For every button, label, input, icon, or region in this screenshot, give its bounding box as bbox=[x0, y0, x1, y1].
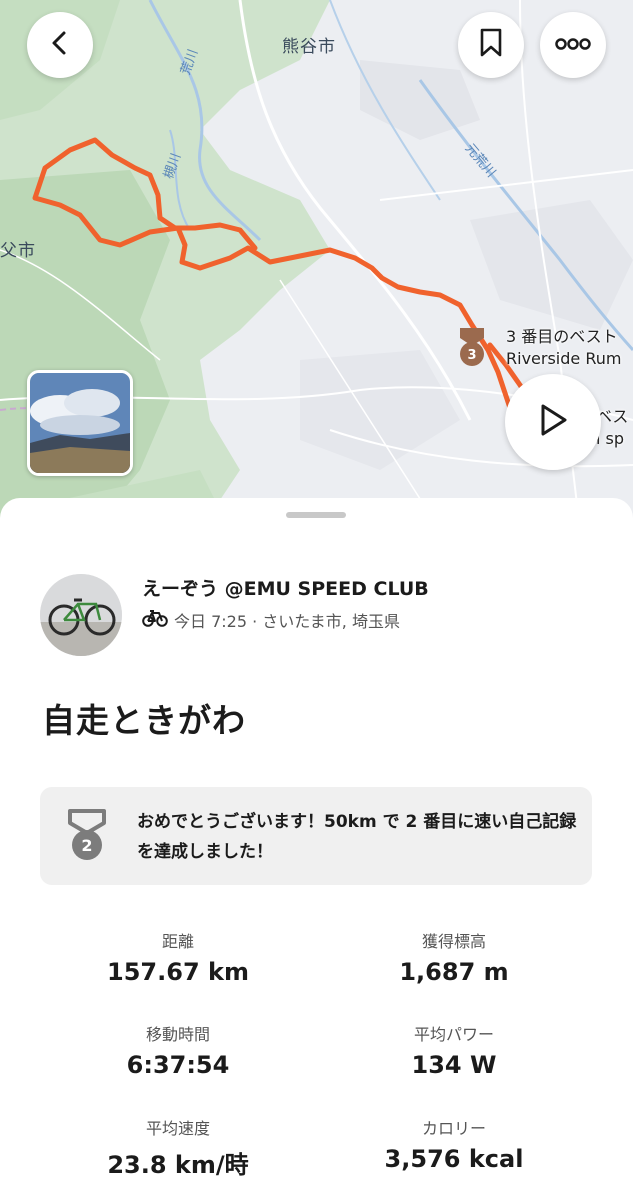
map-city-label: 熊谷市 bbox=[282, 37, 336, 57]
stat-value: 23.8 km/時 bbox=[107, 1151, 249, 1179]
medal-icon: 2 bbox=[62, 809, 112, 867]
avatar[interactable] bbox=[40, 574, 122, 656]
activity-time-location: 今日 7:25 · さいたま市, 埼玉県 bbox=[174, 612, 400, 631]
segment-medal-number: 3 bbox=[467, 348, 476, 363]
stat-label: 移動時間 bbox=[145, 1025, 210, 1044]
segment-medal-icon[interactable]: 3 bbox=[454, 326, 490, 368]
segment-label[interactable]: 3 番目のベスト Riverside Rum bbox=[506, 326, 621, 370]
medal-rank: 2 bbox=[81, 836, 92, 855]
achievement-banner[interactable]: 2 おめでとうございます！50km で 2 番目に速い自己記録を達成しました！ bbox=[40, 787, 592, 885]
activity-photo-thumbnail[interactable] bbox=[27, 370, 133, 476]
segment-label-line2: Riverside Rum bbox=[506, 349, 622, 368]
stat-value: 6:37:54 bbox=[126, 1051, 230, 1079]
stat-moving-time: 移動時間 6:37:54 bbox=[38, 1021, 318, 1079]
segment-label-line1: 3 番目のベスト bbox=[506, 327, 618, 346]
sheet-drag-handle[interactable] bbox=[286, 512, 346, 518]
stat-label: 獲得標高 bbox=[421, 932, 486, 951]
bookmark-button[interactable] bbox=[458, 12, 524, 78]
stat-value: 1,687 m bbox=[399, 958, 509, 986]
bicycle-icon bbox=[142, 609, 168, 631]
stat-calories: カロリー 3,576 kcal bbox=[314, 1115, 594, 1173]
stat-value: 134 W bbox=[411, 1051, 497, 1079]
map-city-label-2: 父市 bbox=[0, 241, 36, 261]
segment-label-2[interactable]: ベス i sp bbox=[596, 406, 628, 450]
activity-meta: 今日 7:25 · さいたま市, 埼玉県 bbox=[142, 608, 400, 632]
stat-value: 3,576 kcal bbox=[384, 1145, 524, 1173]
bookmark-icon bbox=[478, 28, 504, 62]
stat-average-power: 平均パワー 134 W bbox=[314, 1021, 594, 1079]
back-button[interactable] bbox=[27, 12, 93, 78]
stat-value: 157.67 km bbox=[107, 958, 249, 986]
route-map[interactable]: 熊谷市 父市 荒川 槻川 元荒川 3 3 番目のベスト Riverside Ru… bbox=[0, 0, 633, 530]
activity-detail-sheet: えーぞう @EMU SPEED CLUB 今日 7:25 · さいたま市, 埼玉… bbox=[0, 498, 633, 1200]
stat-label: カロリー bbox=[421, 1119, 486, 1138]
play-flyby-button[interactable] bbox=[505, 374, 601, 470]
achievement-text: おめでとうございます！50km で 2 番目に速い自己記録を達成しました！ bbox=[137, 812, 577, 862]
stat-label: 平均パワー bbox=[413, 1025, 494, 1044]
activity-title: 自走ときがわ bbox=[42, 701, 246, 740]
stat-elevation-gain: 獲得標高 1,687 m bbox=[314, 928, 594, 986]
more-dots-icon bbox=[555, 36, 591, 55]
more-options-button[interactable] bbox=[540, 12, 606, 78]
chevron-left-icon bbox=[47, 30, 73, 60]
athlete-name[interactable]: えーぞう @EMU SPEED CLUB bbox=[142, 574, 429, 601]
stat-label: 距離 bbox=[161, 932, 194, 951]
stat-distance: 距離 157.67 km bbox=[38, 928, 318, 986]
stat-label: 平均速度 bbox=[145, 1119, 210, 1138]
play-icon bbox=[538, 403, 568, 441]
segment-label-2-line2: i sp bbox=[596, 429, 625, 448]
stat-average-speed: 平均速度 23.8 km/時 bbox=[38, 1115, 318, 1180]
